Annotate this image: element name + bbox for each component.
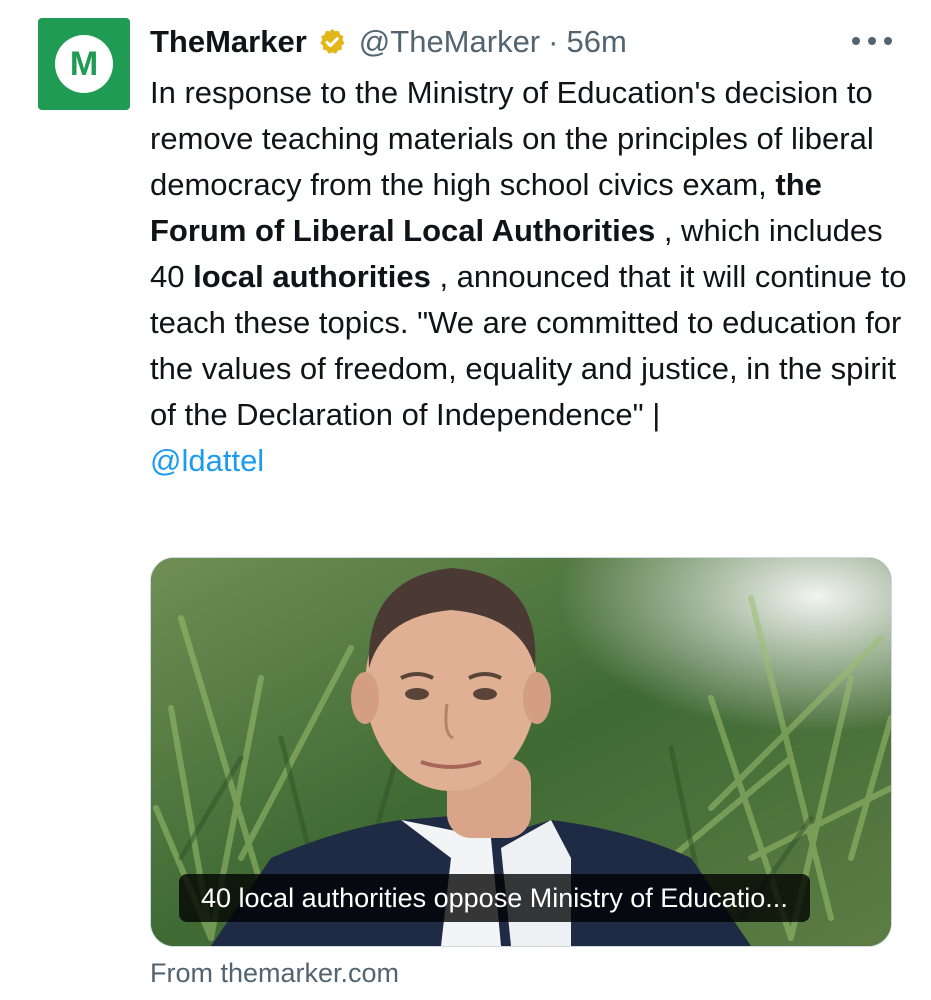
verified-badge-icon (320, 28, 345, 54)
avatar-logo-letter: M (69, 45, 99, 83)
tweet-text: In response to the Ministry of Education… (150, 70, 910, 484)
author-avatar[interactable]: M (38, 18, 130, 110)
more-dot (884, 37, 892, 45)
mention-link[interactable]: @ldattel (150, 443, 264, 478)
more-options-icon[interactable] (852, 24, 892, 58)
card-title: 40 local authorities oppose Ministry of … (179, 874, 810, 922)
link-card[interactable]: 40 local authorities oppose Ministry of … (150, 557, 892, 947)
author-display-name[interactable]: TheMarker (150, 24, 307, 60)
header-separator: · (548, 24, 559, 59)
tweet-header: TheMarker @TheMarker · 56m (150, 20, 627, 64)
more-dot (868, 37, 876, 45)
author-handle[interactable]: @TheMarker (359, 24, 540, 60)
more-dot (852, 37, 860, 45)
avatar-logo-circle: M (55, 35, 113, 93)
tweet-bold-authorities: local authorities (193, 259, 431, 294)
tweet-timestamp[interactable]: 56m (566, 24, 626, 60)
tweet-text-part: In response to the Ministry of Education… (150, 75, 874, 202)
card-source-domain[interactable]: From themarker.com (150, 953, 399, 993)
tweet[interactable]: M TheMarker @TheMarker · 56m In response… (0, 0, 931, 1000)
